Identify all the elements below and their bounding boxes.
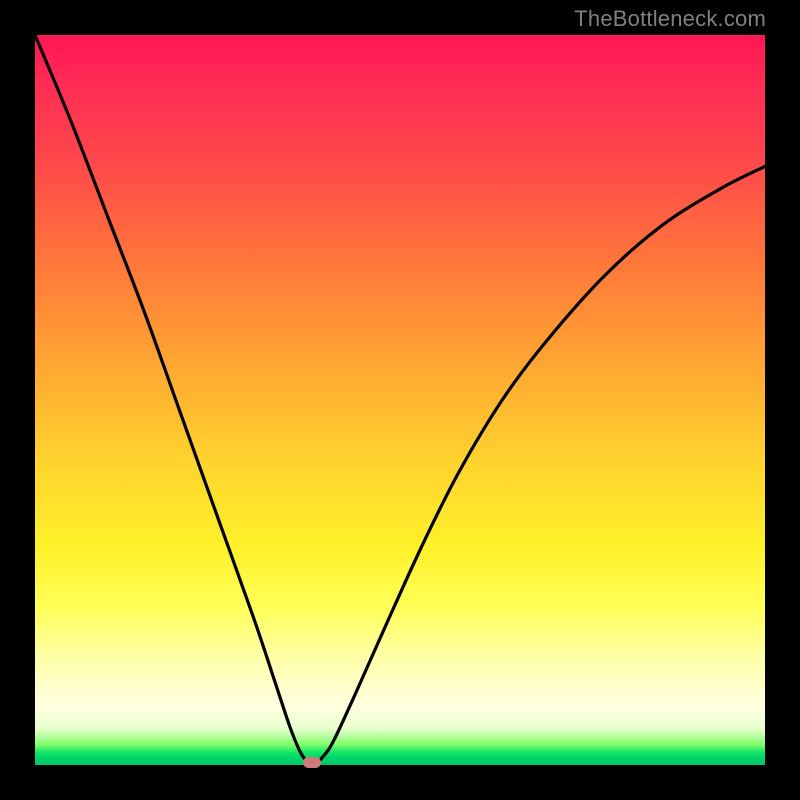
attribution-text: TheBottleneck.com <box>574 6 766 32</box>
plot-area <box>35 35 765 765</box>
minimum-marker <box>303 757 321 768</box>
bottleneck-curve <box>35 35 765 765</box>
chart-frame: TheBottleneck.com <box>0 0 800 800</box>
